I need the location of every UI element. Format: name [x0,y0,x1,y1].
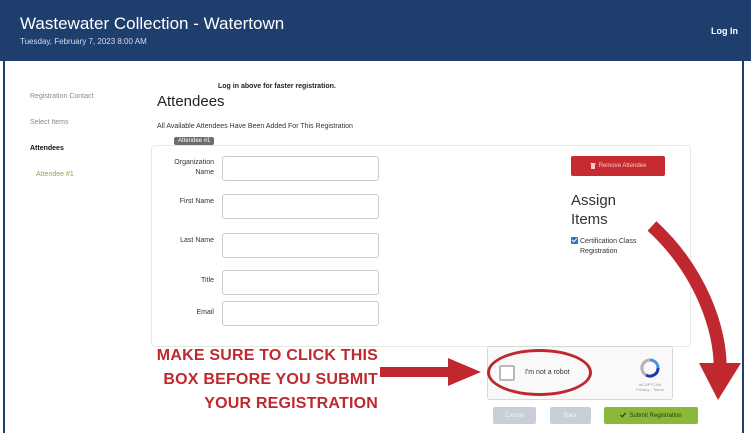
submit-registration-button[interactable]: Submit Registration [604,407,698,424]
check-icon [620,412,627,420]
submit-label: Submit Registration [629,412,682,419]
arrow-to-submit-icon [647,221,741,400]
arrow-to-recaptcha-icon [380,358,481,386]
annotation-arrows [380,221,741,400]
back-button[interactable]: Back [550,407,591,424]
cancel-button[interactable]: Cancel [493,407,536,424]
